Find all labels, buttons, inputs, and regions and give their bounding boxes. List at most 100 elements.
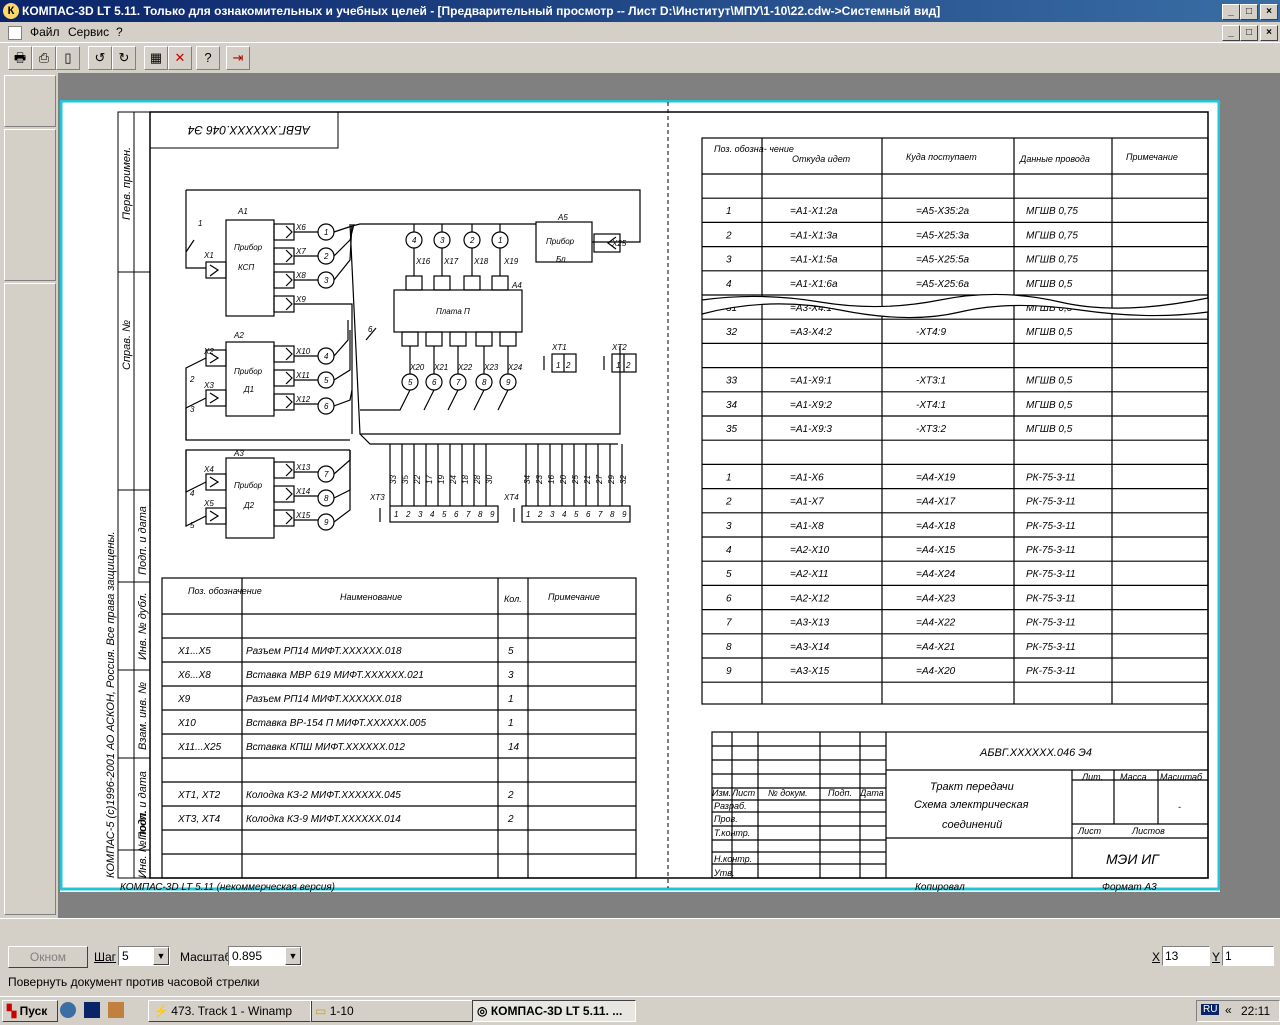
svg-text:ХТ4: ХТ4 — [503, 493, 519, 502]
wire-data: МГШВ 0,5 — [1026, 376, 1073, 387]
y-field[interactable]: 1 — [1222, 946, 1274, 966]
svg-text:ХТ2: ХТ2 — [611, 343, 627, 352]
print-icon[interactable]: 🖶 — [8, 46, 32, 70]
task-folder[interactable]: ▭ 1-10 — [310, 1000, 474, 1022]
task-kompas[interactable]: ◎ КОМПАС-3D LT 5.11. ... — [472, 1000, 636, 1022]
panel-button-3[interactable] — [4, 283, 56, 915]
svg-text:Х21: Х21 — [433, 363, 448, 372]
svg-text:Разраб.: Разраб. — [714, 801, 747, 811]
list-pos: Х10 — [177, 718, 196, 729]
minimize-button[interactable]: _ — [1222, 4, 1240, 20]
menu-bar: Файл Сервис ? _ □ × — [0, 22, 1280, 42]
svg-text:Кол.: Кол. — [504, 594, 522, 604]
doc-close-button[interactable]: × — [1260, 25, 1278, 41]
wire-data: РК-75-3-11 — [1026, 497, 1076, 508]
svg-text:Х22: Х22 — [457, 363, 473, 372]
step-select[interactable]: 5 ▼ — [118, 946, 170, 966]
window-zoom-button[interactable]: Окном — [8, 946, 88, 968]
wire-data: МГШВ 0,75 — [1026, 206, 1078, 217]
chevron-down-icon[interactable]: ▼ — [285, 947, 301, 965]
wire-pos: 6 — [726, 593, 732, 604]
side-label-4: Инв. № дубл. — [137, 592, 149, 660]
svg-text:24: 24 — [449, 475, 458, 485]
quicklaunch-app-icon[interactable] — [108, 1002, 124, 1018]
panel-button-2[interactable] — [4, 129, 56, 281]
exit-icon[interactable]: ⇥ — [226, 46, 250, 70]
rotate-left-icon[interactable]: ↺ — [88, 46, 112, 70]
maximize-button[interactable]: □ — [1240, 4, 1258, 20]
doc-minimize-button[interactable]: _ — [1222, 25, 1240, 41]
wire-data: РК-75-3-11 — [1026, 545, 1076, 556]
wire-pos: 3 — [726, 521, 732, 532]
rotate-right-icon[interactable]: ↻ — [112, 46, 136, 70]
svg-text:Схема электрическая: Схема электрическая — [914, 799, 1029, 811]
scale-select[interactable]: 0.895 ▼ — [228, 946, 302, 966]
wire-to: =А5-Х35:2а — [916, 206, 970, 217]
wire-pos: 35 — [726, 424, 738, 435]
svg-text:5: 5 — [190, 521, 195, 530]
wire-to: =А4-Х17 — [916, 497, 956, 508]
panel-button-1[interactable] — [4, 75, 56, 127]
desktop-icon[interactable] — [84, 1002, 100, 1018]
wire-data: МГШВ 0,75 — [1026, 255, 1078, 266]
list-pos: ХТ3, ХТ4 — [177, 814, 221, 825]
drawing-sheet[interactable]: Перв. примен. Справ. № Подп. и дата Инв.… — [60, 100, 1220, 892]
menu-help[interactable]: ? — [116, 25, 123, 39]
svg-text:9: 9 — [490, 510, 495, 519]
terminal-wire-numbers: 33 35 22 17 19 24 18 28 30 34 23 16 20 2… — [389, 475, 628, 485]
svg-text:Х18: Х18 — [473, 257, 489, 266]
wire-data: МГШВ 0,5 — [1026, 327, 1073, 338]
page-icon[interactable]: ▯ — [56, 46, 80, 70]
svg-text:Изм.: Изм. — [712, 788, 731, 798]
task-winamp[interactable]: ⚡ 473. Track 1 - Winamp — [148, 1000, 312, 1022]
svg-text:7: 7 — [598, 510, 603, 519]
wire-pos: 4 — [726, 545, 732, 556]
start-button[interactable]: ▚ Пуск — [2, 1000, 58, 1022]
cancel-grid-icon[interactable]: ✕ — [168, 46, 192, 70]
side-label-1: Перв. примен. — [121, 147, 133, 220]
wire-from: =А1-Х6 — [790, 472, 824, 483]
menu-service[interactable]: Сервис — [68, 25, 109, 39]
wire-from: =А1-Х8 — [790, 521, 824, 532]
svg-text:8: 8 — [482, 378, 487, 387]
svg-text:22: 22 — [413, 475, 422, 485]
svg-text:Утв.: Утв. — [713, 868, 734, 878]
side-label-5: Взам. инв. № — [137, 682, 149, 750]
start-label: Пуск — [19, 1004, 48, 1018]
svg-text:Наименование: Наименование — [340, 592, 402, 602]
x-field[interactable]: 13 — [1162, 946, 1210, 966]
task-folder-label: 1-10 — [329, 1004, 354, 1018]
svg-text:Х1: Х1 — [203, 251, 214, 260]
svg-text:5: 5 — [574, 510, 579, 519]
help-cursor-icon[interactable]: ? — [196, 46, 220, 70]
close-button[interactable]: × — [1260, 4, 1278, 20]
taskbar: ▚ Пуск ⚡ 473. Track 1 - Winamp ▭ 1-10 ◎ … — [0, 996, 1280, 1025]
svg-text:Подп.: Подп. — [828, 788, 852, 798]
chevron-down-icon[interactable]: ▼ — [153, 947, 169, 965]
browser-icon[interactable] — [60, 1002, 76, 1018]
document-icon[interactable] — [8, 26, 22, 40]
language-indicator[interactable]: RU — [1201, 1004, 1220, 1015]
wire-data: МГШВ 0,75 — [1026, 230, 1078, 241]
grid-icon[interactable]: ▦ — [144, 46, 168, 70]
step-value: 5 — [122, 949, 129, 963]
menu-file[interactable]: Файл — [30, 25, 60, 39]
svg-text:Масса: Масса — [1120, 772, 1147, 782]
wire-data: МГШВ 0,5 — [1026, 279, 1073, 290]
svg-text:6: 6 — [454, 510, 459, 519]
svg-text:20: 20 — [559, 475, 568, 485]
copied-label: Копировал — [915, 882, 965, 892]
tray-expand-icon[interactable]: « — [1225, 1003, 1232, 1017]
print-setup-icon[interactable]: ⎙ — [32, 46, 56, 70]
doc-restore-button[interactable]: □ — [1240, 25, 1258, 41]
wire-to: =А4-Х24 — [916, 569, 956, 580]
app-logo-icon[interactable]: К — [3, 3, 19, 19]
svg-text:Х5: Х5 — [203, 499, 214, 508]
x-value: 13 — [1165, 949, 1179, 963]
svg-text:Откуда идет: Откуда идет — [792, 154, 851, 164]
wire-pos: 1 — [726, 472, 732, 483]
wire-pos: 7 — [726, 618, 732, 629]
svg-text:1: 1 — [198, 219, 202, 228]
wire-table-headers: Поз. обозна- чение Откуда идет Куда пост… — [714, 144, 1178, 164]
svg-text:Поз. обозна- чение: Поз. обозна- чение — [714, 144, 794, 154]
